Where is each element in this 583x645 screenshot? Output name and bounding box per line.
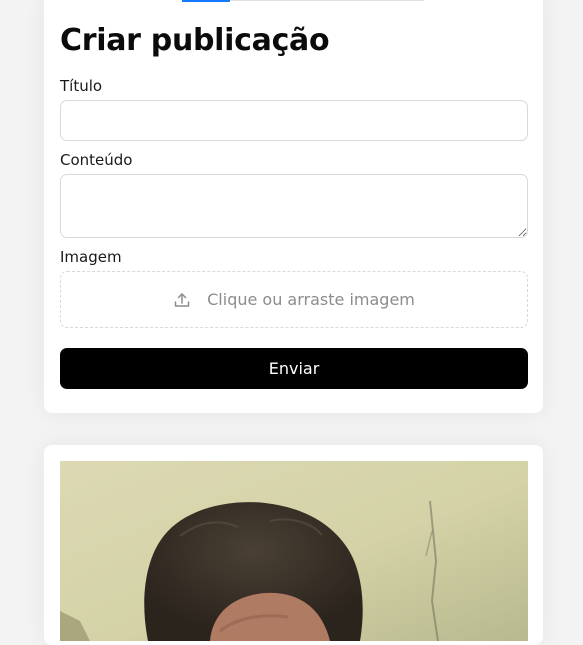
- submit-button[interactable]: Enviar: [60, 348, 528, 389]
- post-card: [44, 445, 543, 645]
- upload-text: Clique ou arraste imagem: [207, 290, 415, 309]
- image-upload-dropzone[interactable]: Clique ou arraste imagem: [60, 271, 528, 328]
- title-input[interactable]: [60, 100, 528, 141]
- upload-icon: [173, 291, 191, 309]
- post-image: [60, 461, 528, 641]
- title-label: Título: [60, 77, 103, 95]
- create-post-card: Criar publicação Título Conteúdo Imagem …: [44, 0, 543, 413]
- image-label: Imagem: [60, 248, 122, 266]
- content-label: Conteúdo: [60, 151, 133, 169]
- page-title: Criar publicação: [60, 23, 330, 58]
- tab-underline: [230, 0, 424, 1]
- content-textarea[interactable]: [60, 174, 528, 238]
- photo-of-person: [60, 461, 528, 641]
- active-tab-indicator: [182, 0, 230, 2]
